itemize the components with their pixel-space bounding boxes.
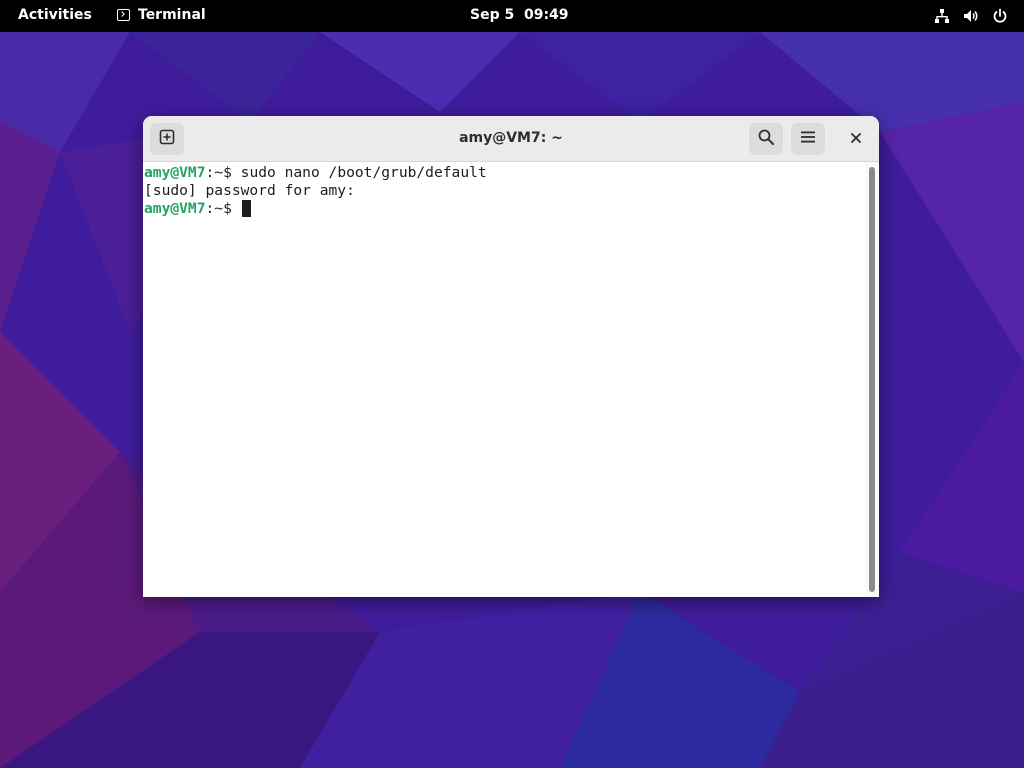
close-icon [850,129,862,148]
prompt-path: :~ [205,200,224,217]
clock[interactable]: Sep 5 09:49 [470,7,569,23]
prompt-user: amy@VM7 [144,200,206,217]
volume-icon [962,7,979,24]
output-text: [sudo] password for amy: [144,182,355,199]
scrollbar-thumb[interactable] [869,167,875,592]
app-menu-label: Terminal [138,7,206,23]
network-icon [933,7,950,24]
search-button[interactable] [749,123,783,155]
activities-button[interactable]: Activities [18,7,92,23]
text-cursor [241,200,251,217]
terminal-scrollbar[interactable] [865,162,879,597]
prompt-path: :~ [205,164,224,181]
prompt-symbol: $ [223,164,241,181]
terminal-line: amy@VM7:~$ [144,200,865,218]
terminal-line: amy@VM7:~$ sudo nano /boot/grub/default [144,164,865,182]
terminal-window: amy@VM7: ~ amy@VM7:~$ sudo nano /boot/gr… [143,116,879,597]
terminal-icon [117,9,130,21]
system-status-area[interactable] [933,7,1008,24]
close-button[interactable] [843,125,869,151]
top-bar: Activities Terminal Sep 5 09:49 [0,0,1024,32]
main-menu-button[interactable] [791,123,825,155]
prompt-symbol: $ [223,200,241,217]
terminal-output[interactable]: amy@VM7:~$ sudo nano /boot/grub/default … [143,162,865,597]
app-menu-terminal[interactable]: Terminal [117,7,206,23]
search-icon [758,129,774,149]
command-text: sudo nano /boot/grub/default [240,164,487,181]
power-icon [991,7,1008,24]
window-headerbar[interactable]: amy@VM7: ~ [143,116,879,162]
hamburger-menu-icon [800,129,816,149]
prompt-user: amy@VM7 [144,164,206,181]
terminal-line: [sudo] password for amy: [144,182,865,200]
